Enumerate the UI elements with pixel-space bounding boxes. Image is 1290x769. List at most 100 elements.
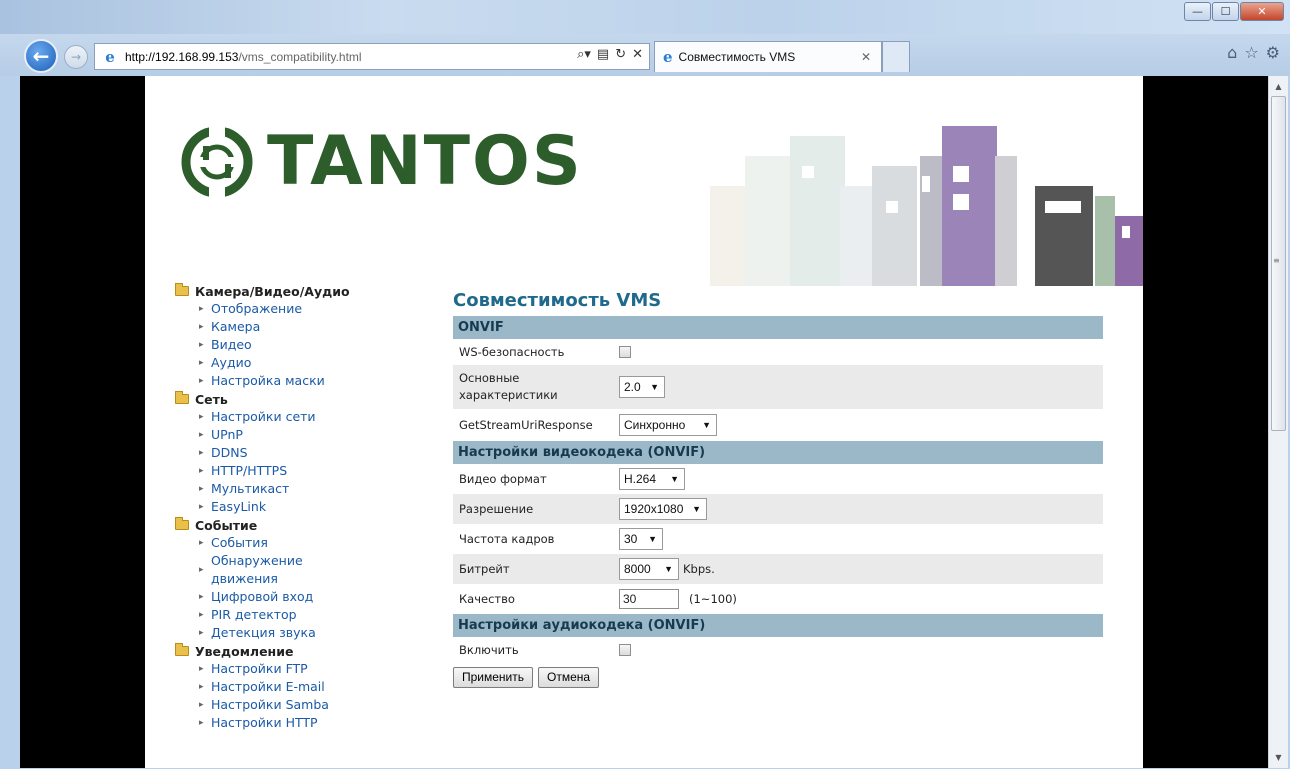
bullet-icon: ▸ [199, 538, 204, 548]
bullet-icon: ▸ [199, 502, 204, 512]
sidebar-item[interactable]: ▸ Настройки FTP [175, 660, 415, 678]
chevron-down-icon: ▼ [670, 474, 679, 484]
title-bar [0, 0, 1290, 34]
sidebar-item[interactable]: ▸ HTTP/HTTPS [175, 462, 415, 480]
active-tab[interactable]: e Совместимость VMS ✕ [654, 41, 882, 72]
form-buttons: Применить Отмена [453, 667, 1103, 688]
web-page: TANTOS Камера/Видео/Аудио ▸ Отображение ▸ Ка… [145, 76, 1143, 768]
sidebar-item-label: Аудио [211, 355, 252, 370]
sidebar-section[interactable]: Уведомление [175, 642, 415, 660]
tantos-logo: TANTOS [179, 124, 583, 200]
main-features-select[interactable]: 2.0 ▼ [619, 376, 665, 398]
bullet-icon: ▸ [199, 565, 204, 575]
sidebar-item[interactable]: ▸ Настройка маски [175, 372, 415, 390]
new-tab-button[interactable] [882, 41, 910, 72]
back-arrow-icon[interactable]: ← [24, 39, 58, 73]
bullet-icon: ▸ [199, 304, 204, 314]
folder-icon [175, 283, 189, 296]
ws-security-row: WS-безопасность [453, 339, 1103, 365]
sidebar-item[interactable]: ▸ Цифровой вход [175, 588, 415, 606]
sidebar-item[interactable]: ▸ Камера [175, 318, 415, 336]
apply-button[interactable]: Применить [453, 667, 534, 688]
video-format-select[interactable]: H.264 ▼ [619, 468, 685, 490]
getstream-select[interactable]: Синхронно ▼ [619, 414, 717, 436]
bullet-icon: ▸ [199, 700, 204, 710]
sidebar-item-label: Настройка маски [211, 373, 325, 388]
url-text: http://192.168.99.153/vms_compatibility.… [125, 49, 362, 64]
bullet-icon: ▸ [199, 376, 204, 386]
audio-enable-label: Включить [459, 642, 519, 657]
sidebar-item-label: DDNS [211, 445, 248, 460]
sidebar-item[interactable]: ▸ Детекция звука [175, 624, 415, 642]
sidebar-item[interactable]: ▸ Настройки HTTP [175, 714, 415, 732]
sidebar-item-label: Настройки E-mail [211, 679, 325, 694]
bullet-icon: ▸ [199, 484, 204, 494]
home-icon[interactable]: ⌂ [1227, 43, 1237, 62]
scroll-up-icon[interactable]: ▲ [1269, 78, 1288, 95]
close-tab-icon[interactable]: ✕ [861, 50, 871, 64]
sidebar-item[interactable]: ▸ DDNS [175, 444, 415, 462]
sidebar-item[interactable]: ▸ EasyLink [175, 498, 415, 516]
bullet-icon: ▸ [199, 664, 204, 674]
sidebar-section[interactable]: Камера/Видео/Аудио [175, 282, 415, 300]
sidebar-menu: Камера/Видео/Аудио ▸ Отображение ▸ Камера ▸ Ви… [175, 282, 415, 732]
stop-icon[interactable]: ✕ [632, 47, 643, 62]
sidebar-section[interactable]: Сеть [175, 390, 415, 408]
bullet-icon: ▸ [199, 610, 204, 620]
sidebar-item[interactable]: ▸ Видео [175, 336, 415, 354]
main-features-row: Основные характеристики 2.0 ▼ [453, 365, 1103, 409]
sidebar-item-label: События [211, 535, 268, 550]
quality-range: (1~100) [689, 592, 737, 606]
scroll-down-icon[interactable]: ▼ [1269, 749, 1288, 766]
minimize-icon[interactable]: — [1184, 2, 1211, 21]
sidebar-item-label: UPnP [211, 427, 243, 442]
sidebar-item[interactable]: ▸ UPnP [175, 426, 415, 444]
brand-name: TANTOS [267, 122, 583, 201]
main-features-label: Основные характеристики [459, 371, 558, 402]
forward-arrow-icon[interactable]: → [64, 45, 88, 69]
bullet-icon: ▸ [199, 592, 204, 602]
getstream-label: GetStreamUriResponse [459, 417, 593, 432]
tab-title: Совместимость VMS [678, 50, 796, 64]
sidebar-section-title: Событие [195, 517, 258, 533]
vertical-scrollbar[interactable]: ▲ ≡ ▼ [1268, 76, 1288, 768]
favorites-star-icon[interactable]: ☆ [1244, 43, 1258, 62]
search-icon[interactable]: ⌕▾ [577, 47, 591, 62]
sidebar-item[interactable]: ▸ События [175, 534, 415, 552]
fps-select[interactable]: 30 ▼ [619, 528, 663, 550]
audio-enable-checkbox[interactable] [619, 644, 631, 656]
sidebar-item[interactable]: ▸ Обнаружение движения [175, 552, 415, 588]
sidebar-item[interactable]: ▸ PIR детектор [175, 606, 415, 624]
sidebar-item-label: Мультикаст [211, 481, 290, 496]
sidebar-item[interactable]: ▸ Настройки E-mail [175, 678, 415, 696]
sidebar-item[interactable]: ▸ Настройки сети [175, 408, 415, 426]
quality-input[interactable]: 30 [619, 589, 679, 609]
refresh-icon[interactable]: ↻ [615, 47, 626, 62]
resolution-select[interactable]: 1920x1080 ▼ [619, 498, 707, 520]
fps-label: Частота кадров [459, 531, 555, 546]
sidebar-item-label: HTTP/HTTPS [211, 463, 288, 478]
sidebar-item[interactable]: ▸ Отображение [175, 300, 415, 318]
bullet-icon: ▸ [199, 628, 204, 638]
address-bar[interactable]: e http://192.168.99.153/vms_compatibilit… [94, 43, 650, 70]
sidebar-item-label: Обнаружение движения [211, 553, 303, 586]
main-content: Совместимость VMS ONVIF WS-безопасность … [453, 286, 1103, 688]
sidebar-item[interactable]: ▸ Мультикаст [175, 480, 415, 498]
chevron-down-icon: ▼ [692, 504, 701, 514]
ws-security-checkbox[interactable] [619, 346, 631, 358]
settings-gear-icon[interactable]: ⚙ [1266, 43, 1280, 62]
compat-view-icon[interactable]: ▤ [597, 47, 609, 62]
cancel-button[interactable]: Отмена [538, 667, 600, 688]
ie-tab-icon: e [663, 48, 673, 66]
maximize-icon[interactable]: ☐ [1212, 2, 1239, 21]
window-controls: — ☐ ✕ [1183, 2, 1284, 21]
audio-section-header: Настройки аудиокодека (ONVIF) [453, 614, 1103, 637]
sidebar-item[interactable]: ▸ Аудио [175, 354, 415, 372]
sidebar-item[interactable]: ▸ Настройки Samba [175, 696, 415, 714]
video-format-row: Видео формат H.264 ▼ [453, 464, 1103, 494]
close-window-icon[interactable]: ✕ [1240, 2, 1284, 21]
bitrate-select[interactable]: 8000 ▼ [619, 558, 679, 580]
chevron-down-icon: ▼ [650, 382, 659, 392]
city-skyline-graphic [710, 126, 1143, 286]
sidebar-section[interactable]: Событие [175, 516, 415, 534]
